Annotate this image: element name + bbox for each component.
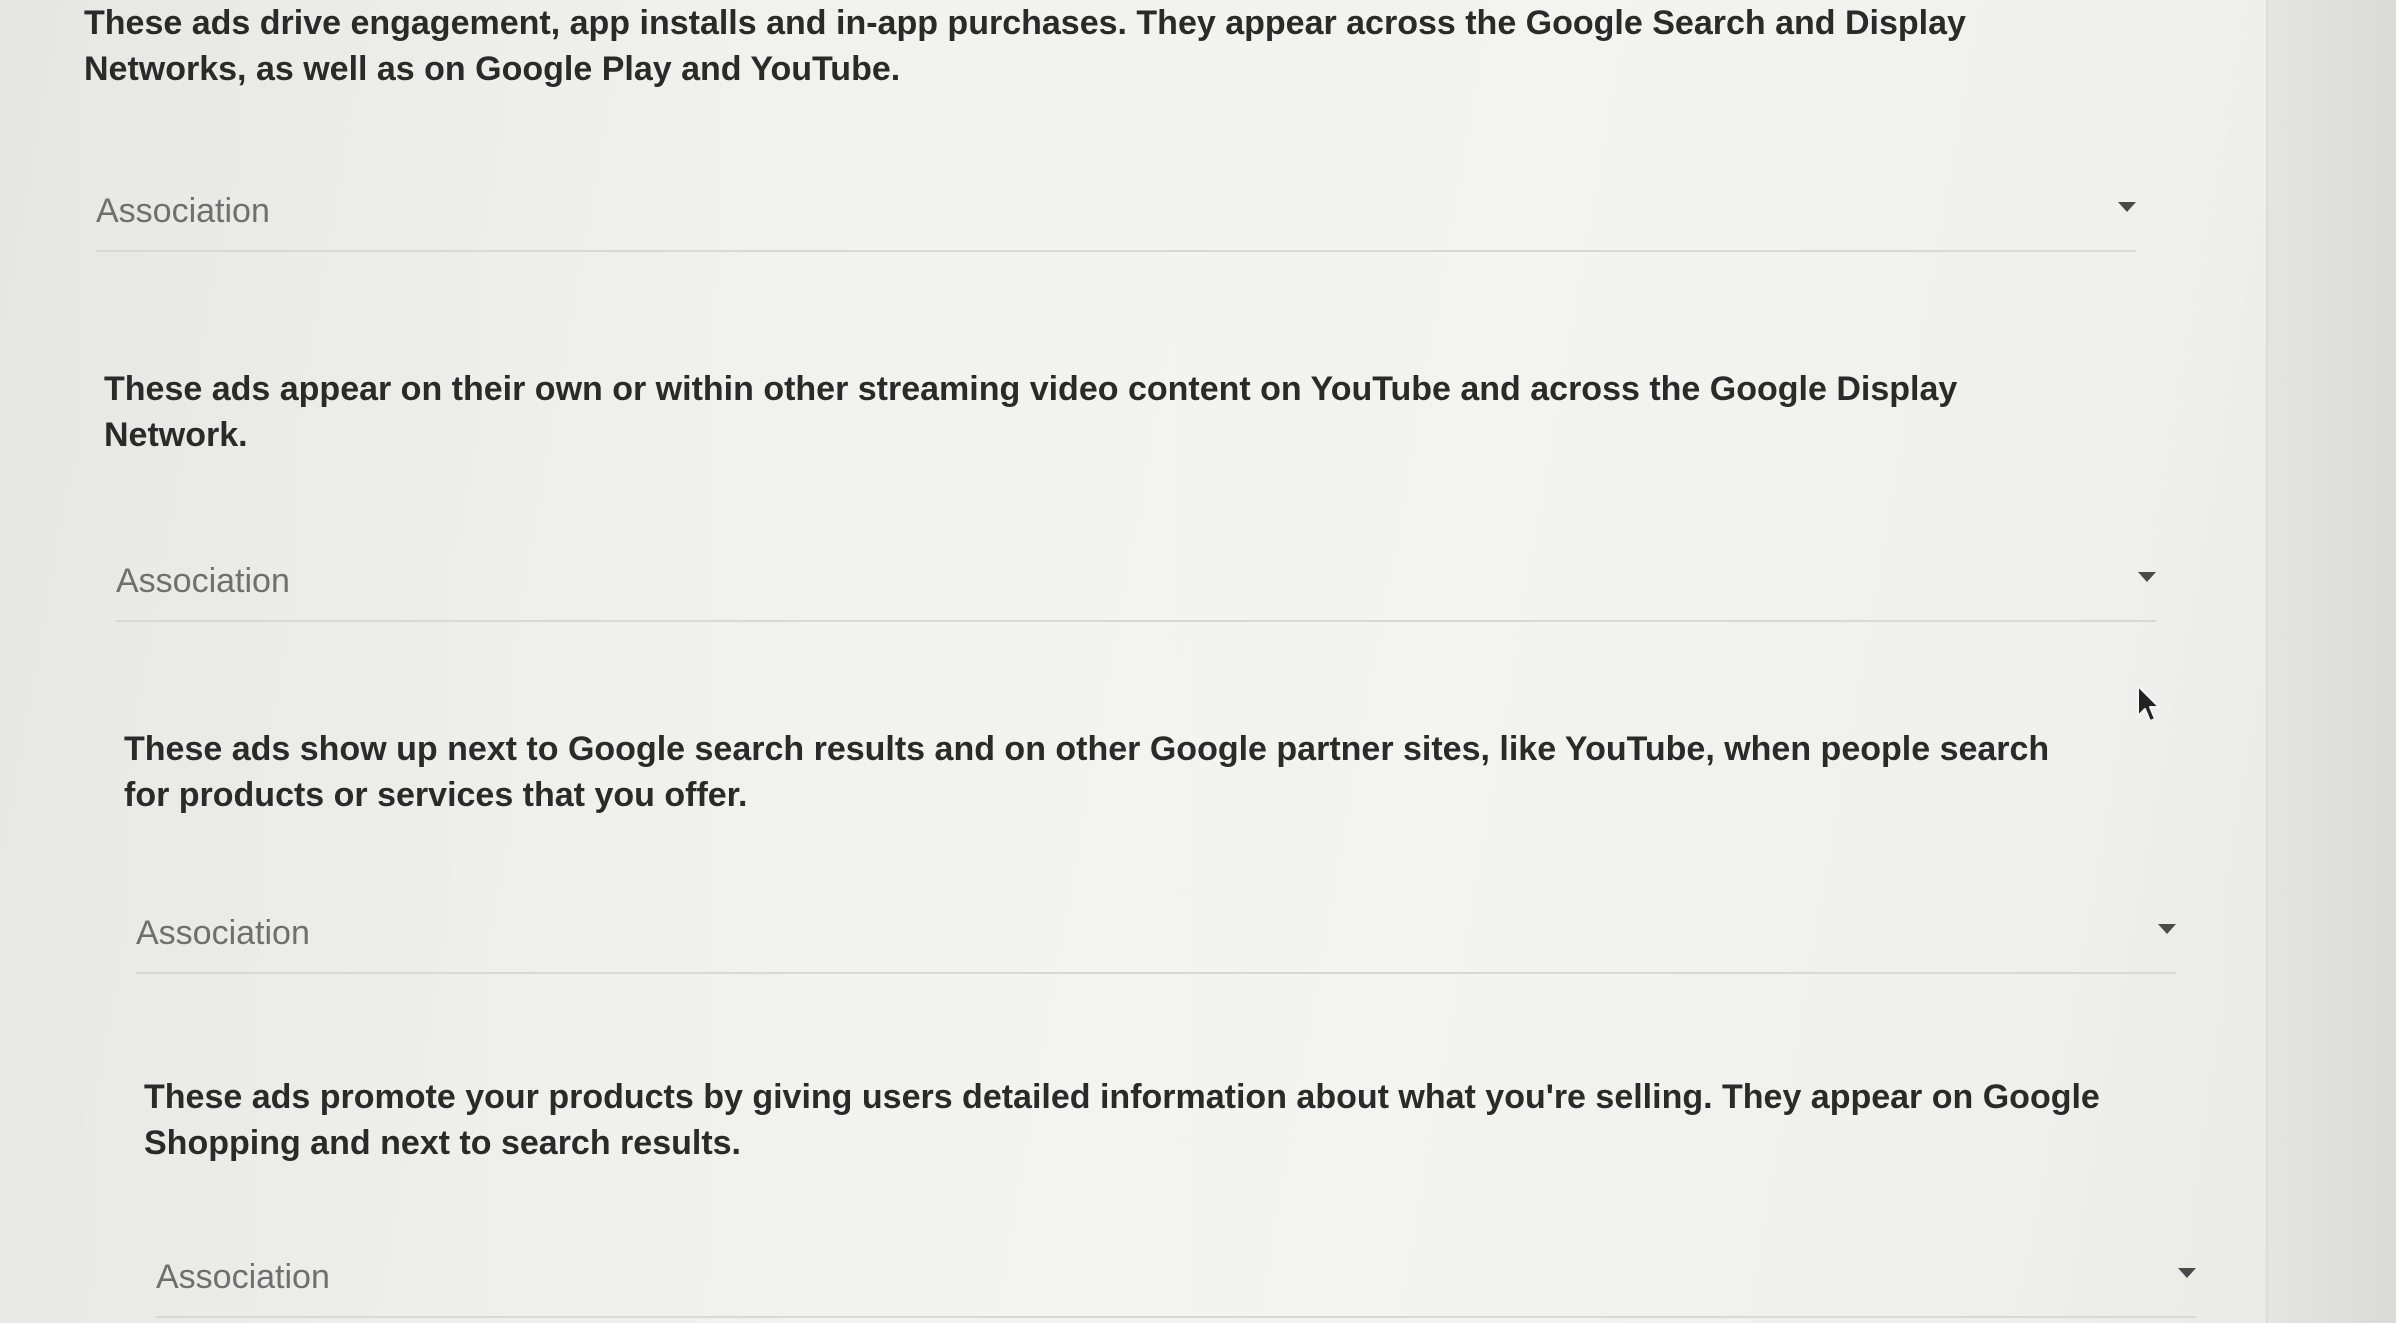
association-select[interactable]: Association (96, 180, 2136, 252)
chevron-down-icon (2158, 924, 2176, 934)
association-select[interactable]: Association (156, 1246, 2196, 1318)
association-select[interactable]: Association (116, 550, 2156, 622)
question-item: These ads promote your products by givin… (144, 1074, 2204, 1318)
question-description: These ads appear on their own or within … (104, 370, 1958, 454)
question-item: These ads appear on their own or within … (104, 366, 2164, 622)
matching-question-panel: These ads drive engagement, app installs… (0, 0, 2268, 1323)
chevron-down-icon (2138, 572, 2156, 582)
select-value: Association (116, 562, 290, 600)
page-gutter (2268, 0, 2396, 1323)
question-item: These ads show up next to Google search … (124, 726, 2184, 974)
chevron-down-icon (2118, 202, 2136, 212)
question-description: These ads promote your products by givin… (144, 1078, 2100, 1162)
question-description: These ads drive engagement, app installs… (84, 4, 1966, 88)
select-value: Association (156, 1258, 330, 1296)
association-select[interactable]: Association (136, 902, 2176, 974)
mouse-pointer-icon (2137, 685, 2160, 722)
chevron-down-icon (2178, 1268, 2196, 1278)
select-value: Association (96, 192, 270, 230)
question-description: These ads show up next to Google search … (124, 730, 2050, 814)
select-value: Association (136, 914, 310, 952)
question-item: These ads drive engagement, app installs… (84, 0, 2144, 252)
